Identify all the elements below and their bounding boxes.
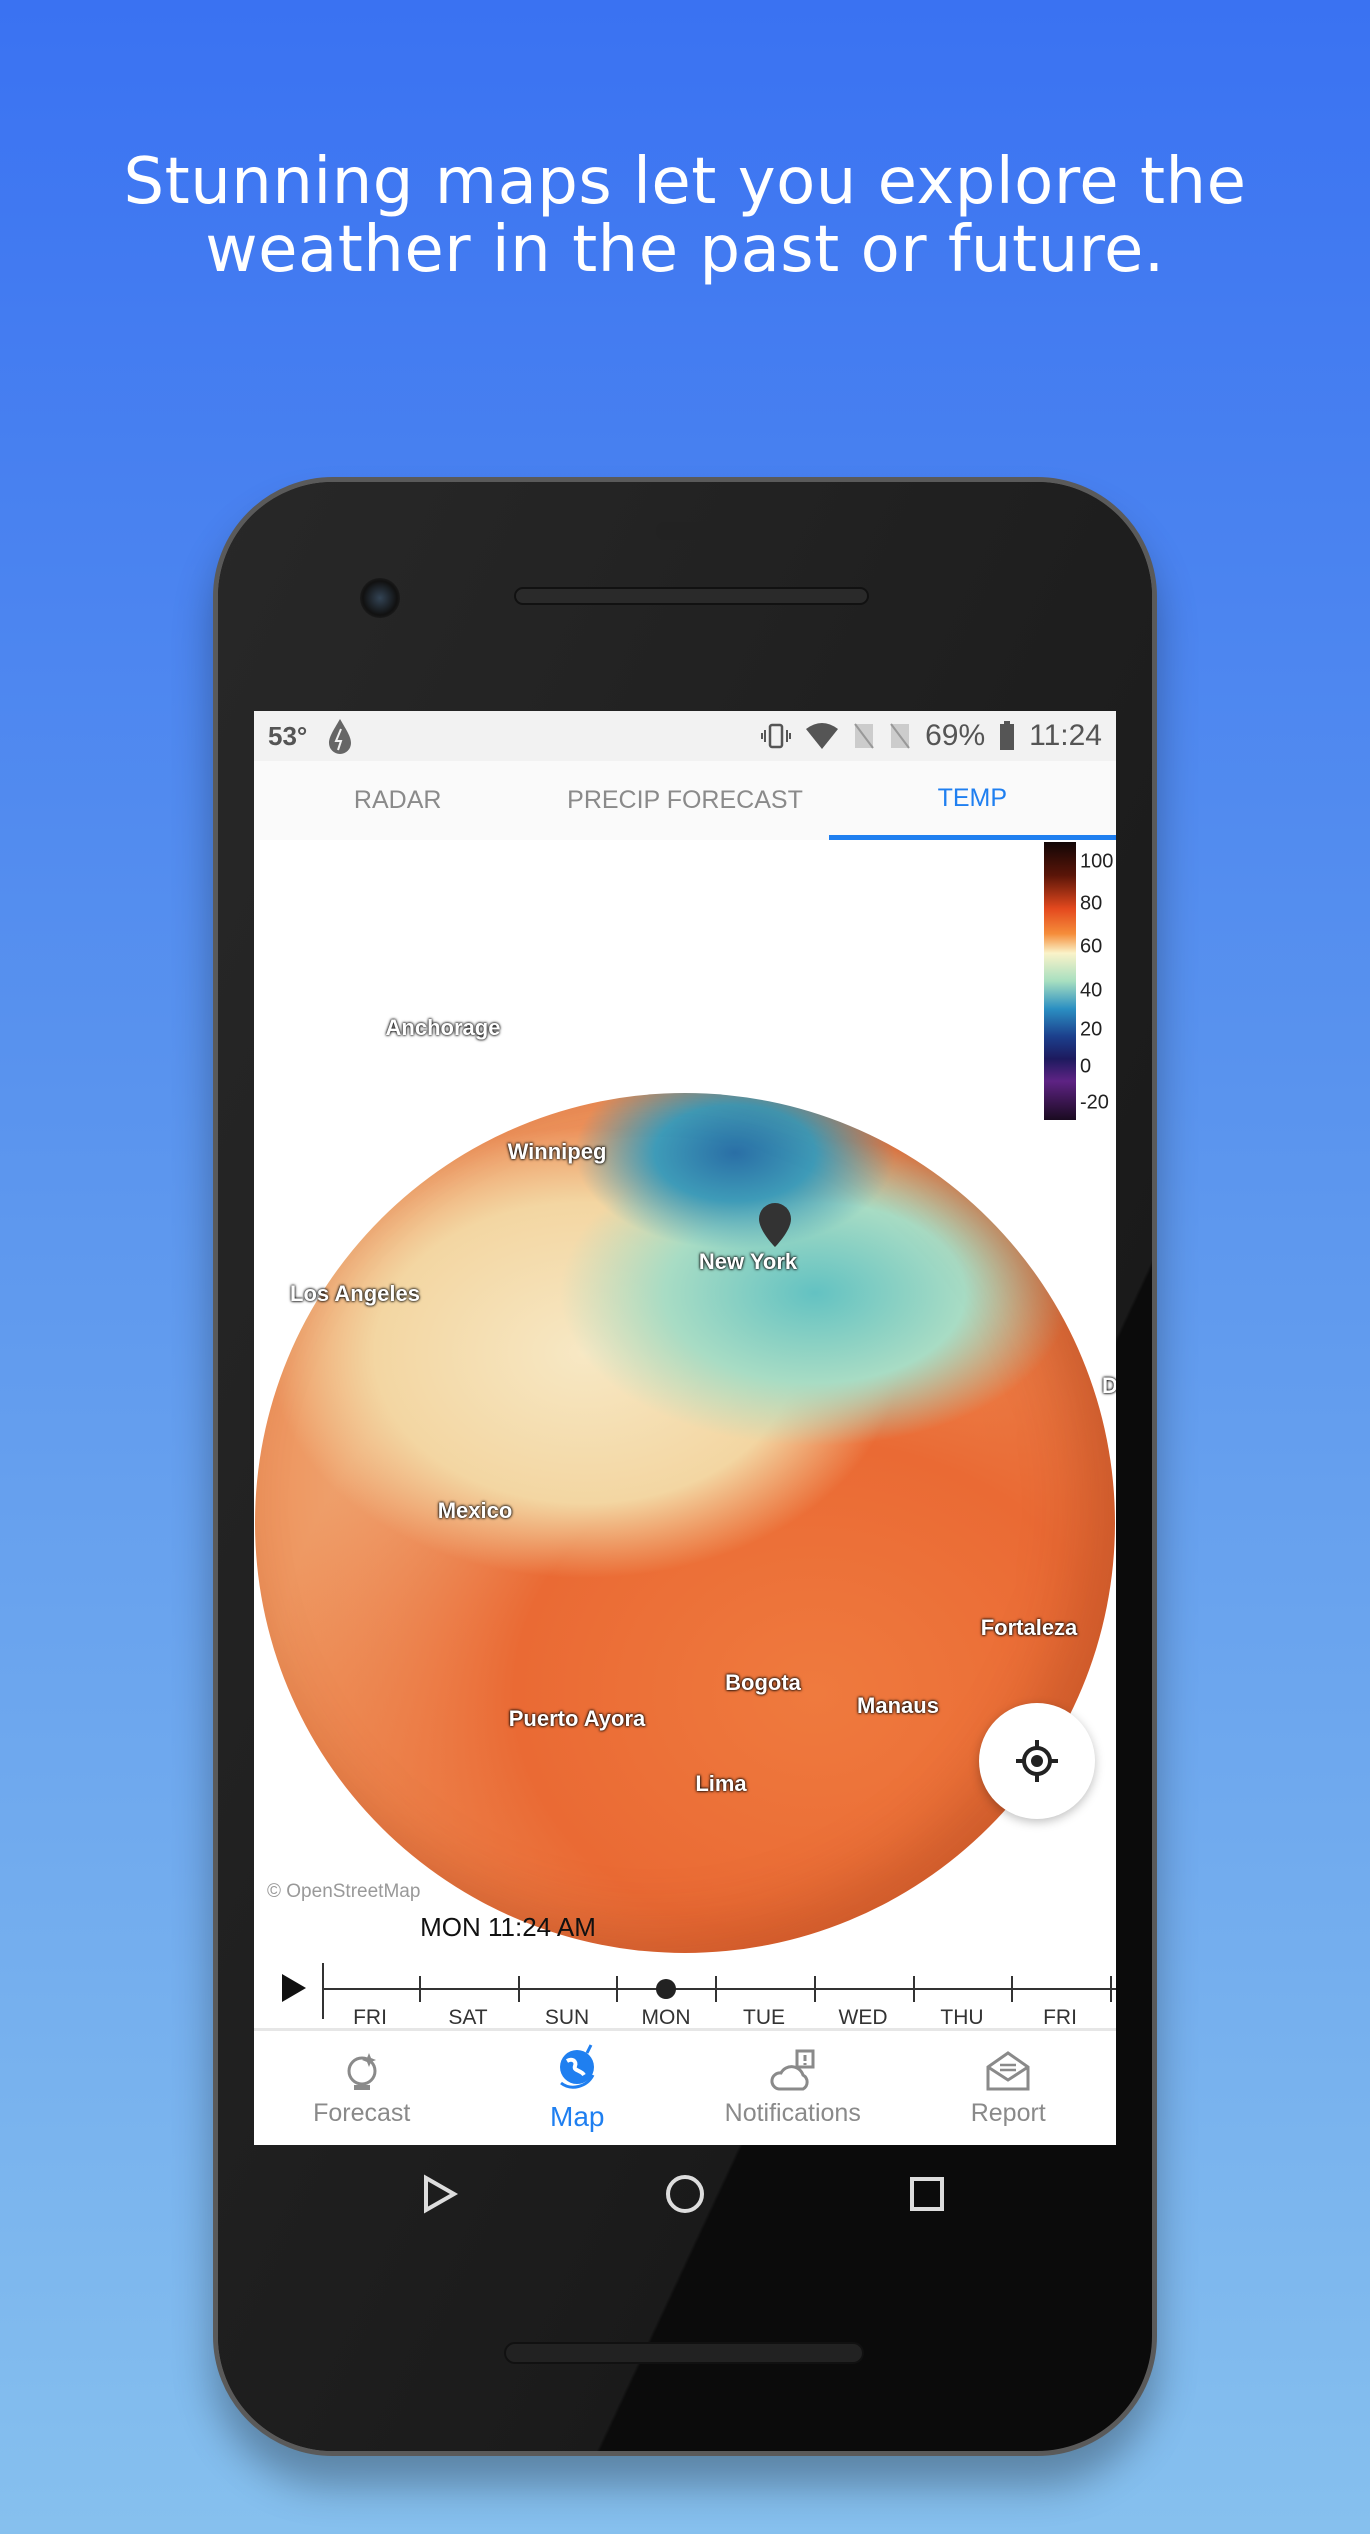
timeline-track[interactable]: [322, 1988, 1116, 1990]
timeline-day[interactable]: TUE: [743, 2006, 785, 2030]
status-bar: 53° 69% 11:24: [254, 711, 1116, 761]
nav-label: Forecast: [313, 2098, 411, 2127]
nav-label: Map: [550, 2101, 605, 2132]
location-pin-icon[interactable]: [758, 1202, 792, 1248]
legend-label: 100: [1080, 850, 1114, 873]
earpiece: [514, 587, 869, 605]
back-icon[interactable]: [424, 2174, 459, 2214]
cloud-alert-icon: [770, 2049, 815, 2090]
battery-icon: [1000, 721, 1015, 750]
play-icon[interactable]: [282, 1974, 306, 2002]
headline-line-2: weather in the past or future.: [205, 213, 1165, 287]
legend-label: 80: [1080, 892, 1103, 915]
vibrate-icon: [761, 723, 792, 749]
envelope-icon: [986, 2050, 1030, 2090]
timeline-tick: [913, 1976, 915, 2002]
tab-radar[interactable]: RADAR: [254, 761, 541, 840]
timeline-tick: [1011, 1976, 1013, 2002]
timeline-start: [322, 1963, 324, 2019]
timeline-tick: [518, 1976, 520, 2002]
map-tabs: RADAR PRECIP FORECAST TEMP: [254, 761, 1116, 840]
my-location-button[interactable]: [979, 1703, 1095, 1819]
temperature-map[interactable]: 100 80 60 40 20 0 -20 Anchorage Winnipeg…: [254, 840, 1116, 2025]
crystal-ball-icon: [347, 2052, 377, 2090]
nav-label: Report: [970, 2098, 1046, 2127]
timeline-tick: [715, 1976, 717, 2002]
globe-icon: [560, 2044, 595, 2089]
headline-line-1: Stunning maps let you explore the: [123, 145, 1247, 219]
tab-temp[interactable]: TEMP: [828, 761, 1116, 840]
clock: 11:24: [1029, 719, 1102, 752]
timeline-day[interactable]: FRI: [353, 2006, 387, 2030]
no-sim-icon: [854, 723, 874, 749]
timeline-day[interactable]: SUN: [545, 2006, 589, 2030]
timeline-tick: [814, 1976, 816, 2002]
weather-drop-icon: [329, 719, 352, 754]
timeline-tick: [1110, 1976, 1112, 2002]
recents-icon[interactable]: [910, 2177, 944, 2211]
city-label: Anchorage: [385, 1015, 501, 1040]
city-label: Bogota: [725, 1670, 801, 1695]
timeline-tick: [616, 1976, 618, 2002]
crosshair-icon: [1016, 1740, 1058, 1782]
nav-label: Notifications: [724, 2098, 861, 2127]
city-label: Lima: [695, 1771, 747, 1796]
timeline-current-time: MON 11:24 AM: [420, 1912, 596, 1942]
tab-precip-forecast[interactable]: PRECIP FORECAST: [541, 761, 828, 840]
system-navigation-bar: [424, 2174, 944, 2214]
legend-label: -20: [1080, 1091, 1109, 1114]
bottom-speaker: [504, 2342, 864, 2364]
city-label: Da: [1101, 1373, 1116, 1398]
headline: Stunning maps let you explore the weathe…: [0, 148, 1370, 284]
sensor: [656, 522, 718, 540]
city-label: Puerto Ayora: [508, 1706, 646, 1731]
city-label: Fortaleza: [980, 1615, 1078, 1640]
nav-forecast[interactable]: Forecast: [254, 2031, 470, 2145]
timeline-scrubber[interactable]: [656, 1979, 676, 1999]
map-attribution[interactable]: © OpenStreetMap: [267, 1881, 420, 1903]
city-label: Mexico: [437, 1498, 513, 1523]
timeline-day[interactable]: MON: [642, 2006, 691, 2030]
city-label: Manaus: [857, 1693, 939, 1718]
legend-label: 60: [1080, 935, 1103, 958]
city-label: New York: [698, 1249, 798, 1274]
city-label: Winnipeg: [507, 1139, 607, 1164]
battery-percent: 69%: [925, 719, 986, 752]
timeline-day[interactable]: THU: [940, 2006, 983, 2030]
nav-notifications[interactable]: Notifications: [685, 2031, 901, 2145]
wifi-icon: [806, 723, 839, 749]
timeline[interactable]: MON 11:24 AM FRI SAT SUN MON TUE WED THU…: [254, 1906, 1116, 2029]
temperature-legend-bar: [1044, 842, 1076, 1120]
legend-label: 20: [1080, 1018, 1103, 1041]
legend-label: 40: [1080, 979, 1103, 1002]
timeline-tick: [419, 1976, 421, 2002]
status-temperature: 53°: [268, 720, 308, 751]
timeline-day[interactable]: FRI: [1043, 2006, 1077, 2030]
no-sim-icon: [890, 723, 910, 749]
nav-report[interactable]: Report: [901, 2031, 1117, 2145]
legend-label: 0: [1080, 1055, 1092, 1078]
front-camera: [360, 578, 400, 618]
timeline-day[interactable]: SAT: [448, 2006, 487, 2030]
home-icon[interactable]: [666, 2175, 704, 2213]
app-screen: 53° 69% 11:24 RADAR PRECIP FORECAST TEMP…: [254, 711, 1116, 2145]
bottom-navigation: Forecast Map Notifications Report: [254, 2028, 1116, 2145]
globe[interactable]: [255, 1093, 1115, 1953]
city-label: Los Angeles: [290, 1281, 420, 1306]
timeline-day[interactable]: WED: [839, 2006, 888, 2030]
nav-map[interactable]: Map: [470, 2031, 686, 2145]
